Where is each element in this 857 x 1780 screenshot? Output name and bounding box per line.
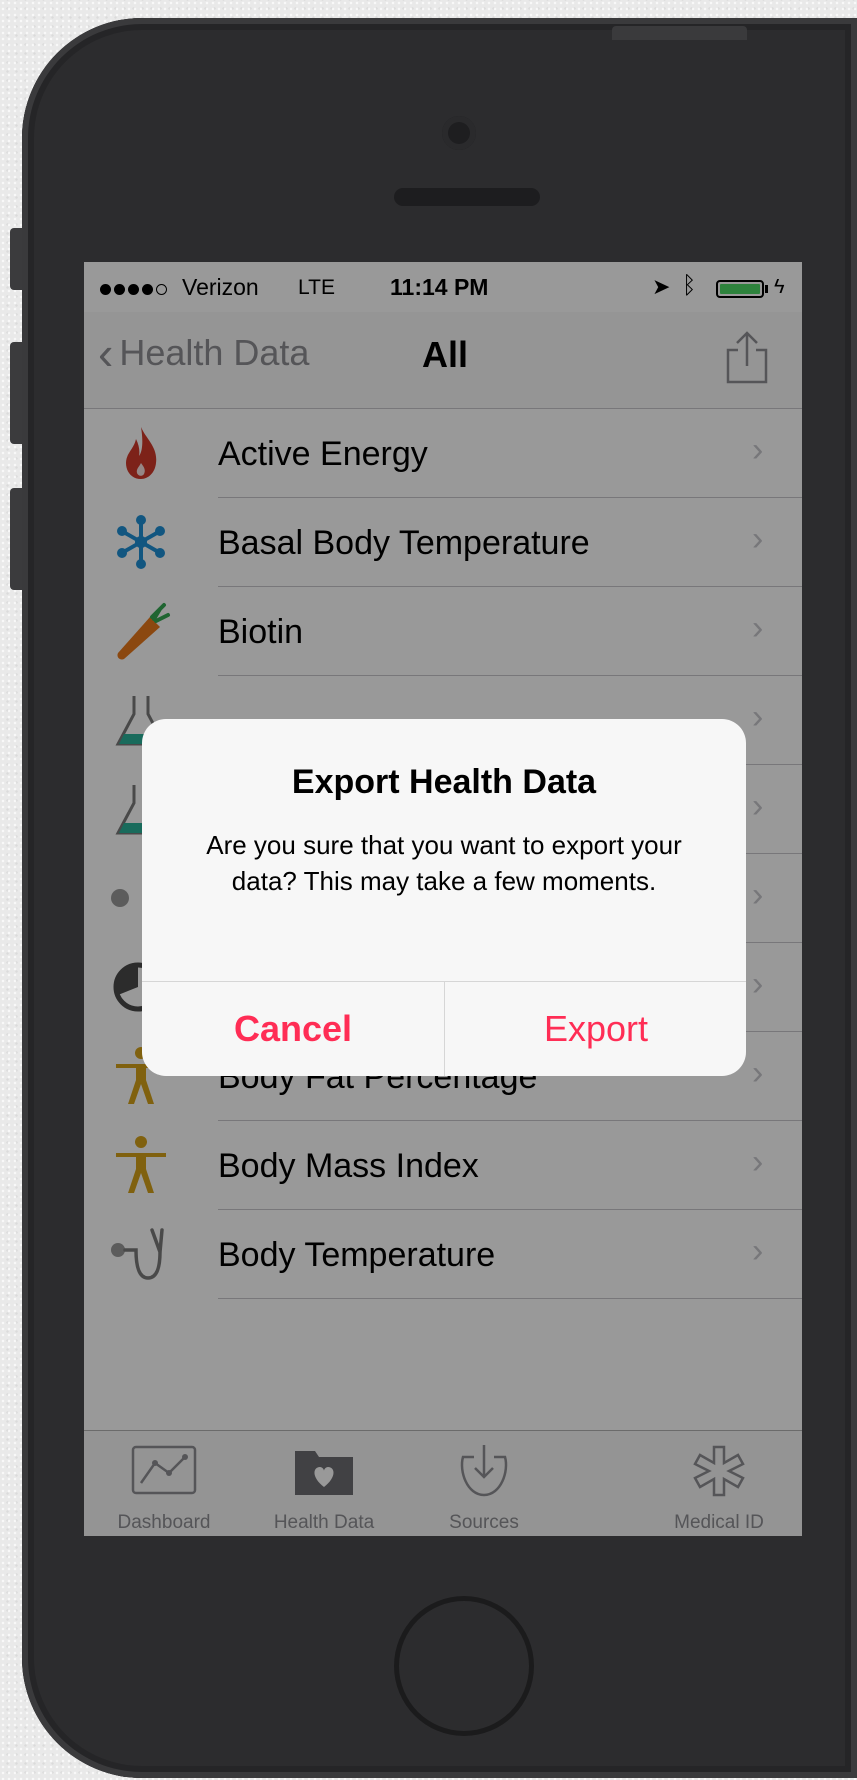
earpiece-speaker — [394, 188, 540, 206]
volume-down-button — [10, 488, 22, 590]
alert-title: Export Health Data — [291, 763, 597, 801]
power-button — [612, 26, 747, 40]
export-alert-dialog: Export Health Data Are you sure that you… — [142, 719, 746, 1076]
mute-switch — [10, 228, 22, 290]
volume-up-button — [10, 342, 22, 444]
export-button[interactable]: Export — [445, 982, 746, 1076]
alert-message: Are you sure that you want to export you… — [206, 830, 682, 896]
front-camera — [442, 116, 476, 150]
cancel-button[interactable]: Cancel — [142, 982, 444, 1076]
screen: Verizon LTE 11:14 PM ➤ ᛒ ϟ ‹ Health Data… — [84, 262, 802, 1536]
home-button[interactable] — [394, 1596, 534, 1736]
